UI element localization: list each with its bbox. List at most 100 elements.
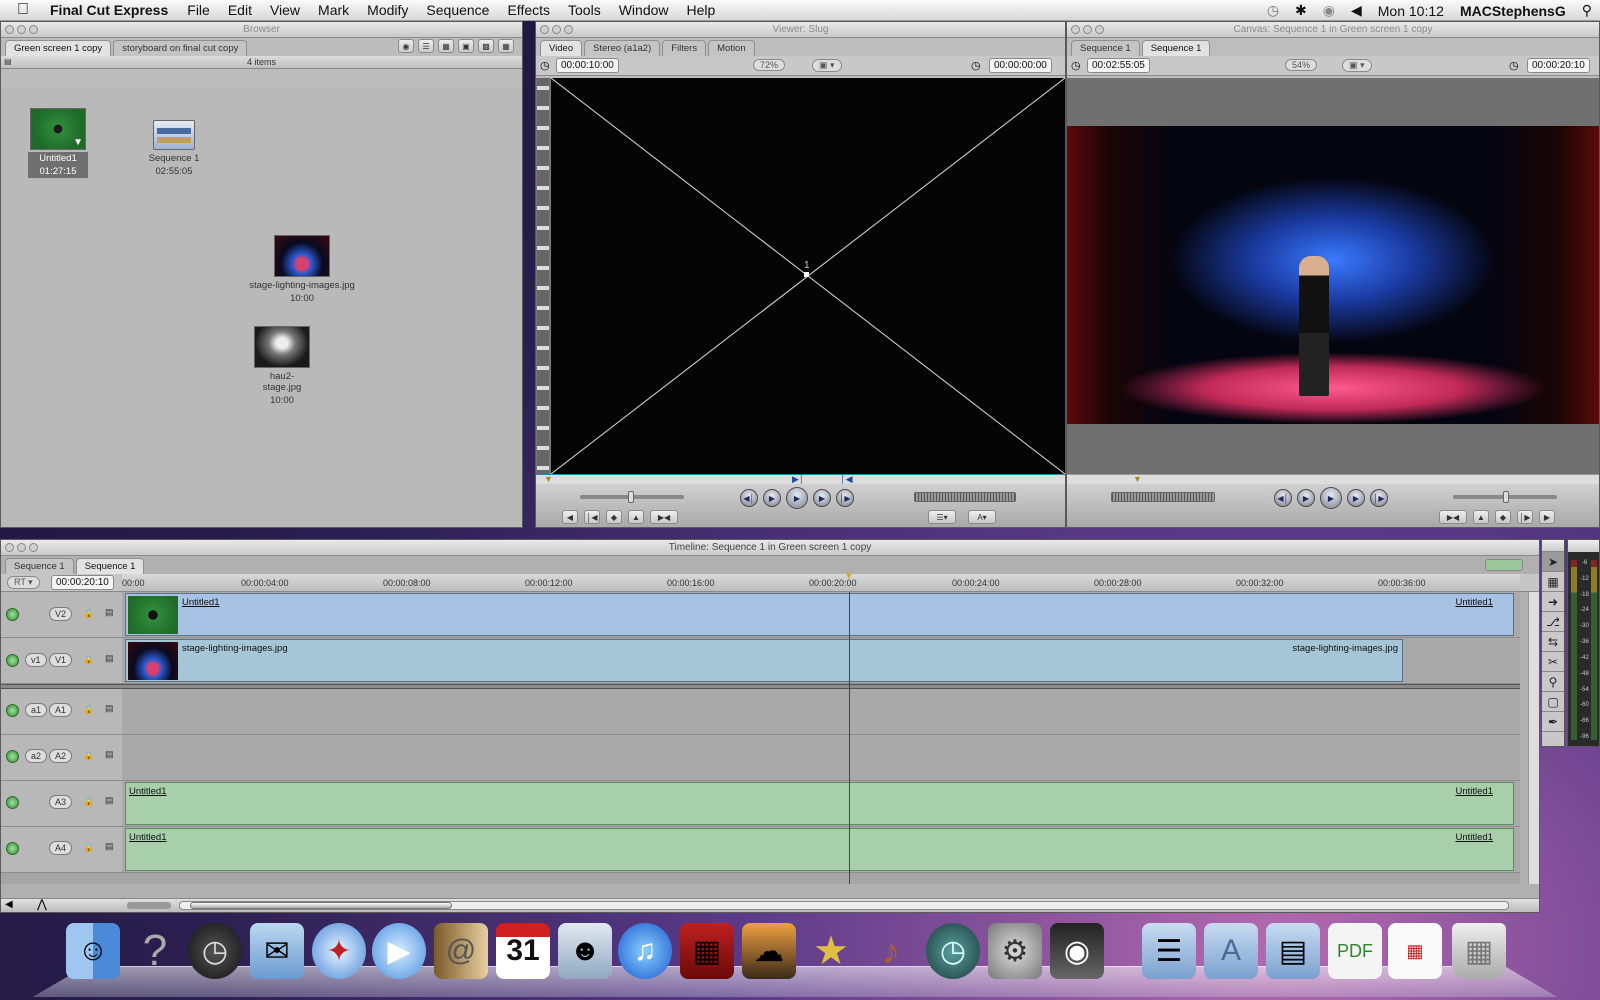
close-button[interactable] xyxy=(5,25,14,34)
dest-patch-a3[interactable]: A3 xyxy=(49,795,73,809)
ichat-icon[interactable]: ▶ xyxy=(372,923,426,979)
audio-enable-icon[interactable] xyxy=(6,842,19,855)
auto-select-icon[interactable]: ▤ xyxy=(105,795,114,806)
mark-in-out-icon[interactable]: ▶◀ xyxy=(1439,510,1467,524)
track-height-icon[interactable]: ⋀ xyxy=(37,897,47,911)
auto-select-icon[interactable]: ▤ xyxy=(105,841,114,852)
add-marker-icon[interactable]: ▲ xyxy=(628,510,644,524)
roll-tool-icon[interactable]: ⎇ xyxy=(1542,612,1564,632)
view-eye-icon[interactable]: ◉ xyxy=(398,39,414,53)
rt-popup[interactable]: RT ▾ xyxy=(7,576,40,589)
playhead-marker[interactable]: ▼ xyxy=(1133,474,1142,484)
viewer-zoom-popup[interactable]: 72% xyxy=(753,59,786,71)
lock-icon[interactable]: 🔒 xyxy=(83,796,94,807)
track-select-tool-icon[interactable]: ➜ xyxy=(1542,592,1564,612)
tab-storyboard[interactable]: storyboard on final cut copy xyxy=(113,40,248,56)
timeline-playhead[interactable] xyxy=(849,592,850,884)
play-icon[interactable]: ▶ xyxy=(1320,487,1342,509)
tab-sequence-1a[interactable]: Sequence 1 xyxy=(5,558,74,574)
itunes-icon[interactable]: ♫ xyxy=(618,923,672,979)
razor-blade-tool-icon[interactable]: ✂ xyxy=(1542,652,1564,672)
go-to-in-icon[interactable]: ◀│ xyxy=(740,489,758,507)
auto-select-icon[interactable]: ▤ xyxy=(105,703,114,714)
source-patch-a1[interactable]: a1 xyxy=(25,703,48,717)
disclosure-icon[interactable]: ▤ xyxy=(4,56,12,68)
final-cut-express-icon[interactable]: ◉ xyxy=(1050,923,1104,979)
garageband-icon[interactable]: ♪ xyxy=(864,923,918,979)
canvas-zoom-popup[interactable]: 54% xyxy=(1285,59,1318,71)
viewer-titlebar[interactable]: Viewer: Slug xyxy=(536,22,1065,38)
tab-video[interactable]: Video xyxy=(540,40,583,56)
front-row-icon[interactable]: ▦ xyxy=(680,923,734,979)
apple-menu-icon[interactable]:  xyxy=(0,1,46,19)
view-large-icons-icon[interactable]: ▩ xyxy=(478,39,494,53)
timeline-vertical-scrollbar[interactable] xyxy=(1528,592,1539,884)
source-patch-v1[interactable]: v1 xyxy=(25,653,47,667)
pdf-stack-icon[interactable]: PDF xyxy=(1328,923,1382,979)
match-frame-icon[interactable]: ◀ xyxy=(562,510,578,524)
applications-folder-icon[interactable]: ☰ xyxy=(1142,923,1196,979)
dest-patch-a1[interactable]: A1 xyxy=(49,703,73,717)
shuttle-slider[interactable] xyxy=(1453,491,1557,503)
playhead-marker[interactable]: ▼ xyxy=(544,474,553,484)
selection-tool-icon[interactable]: ➤ xyxy=(1542,552,1564,572)
go-to-out-icon[interactable]: │▶ xyxy=(836,489,854,507)
view-grid-icon[interactable]: ▦ xyxy=(498,39,514,53)
playhead-handle-icon[interactable]: ▼ xyxy=(844,571,854,582)
crop-tool-icon[interactable]: ▢ xyxy=(1542,692,1564,712)
add-keyframe-icon[interactable]: ◆ xyxy=(1495,510,1511,524)
jog-control[interactable] xyxy=(914,492,1016,502)
lock-icon[interactable]: 🔒 xyxy=(83,704,94,715)
timeline-ruler[interactable]: 00:00 00:00:04:00 00:00:08:00 00:00:12:0… xyxy=(122,571,1520,591)
system-preferences-icon[interactable]: ⚙ xyxy=(988,923,1042,979)
viewer-timecode[interactable]: 00:00:00:00 xyxy=(989,58,1052,73)
clip-overlays-icon[interactable]: ◀ xyxy=(5,899,13,910)
dest-patch-a4[interactable]: A4 xyxy=(49,841,73,855)
menu-edit[interactable]: Edit xyxy=(219,2,261,18)
mark-clip-icon[interactable]: │▶ xyxy=(1517,510,1533,524)
minimize-button[interactable] xyxy=(17,25,26,34)
zoom-slider[interactable] xyxy=(127,902,171,909)
lock-icon[interactable]: 🔒 xyxy=(83,750,94,761)
close-button[interactable] xyxy=(5,543,14,552)
safari-icon[interactable]: ✦ xyxy=(312,923,366,979)
view-medium-icons-icon[interactable]: ▣ xyxy=(458,39,474,53)
scrollbar-thumb[interactable] xyxy=(190,902,452,909)
generator-popup-icon[interactable]: A▾ xyxy=(968,510,996,524)
zoom-button[interactable] xyxy=(1095,25,1104,34)
documents-folder-icon[interactable]: ▤ xyxy=(1266,923,1320,979)
clip-stage-lighting-v1[interactable]: stage-lighting-images.jpg stage-lighting… xyxy=(125,639,1403,682)
browser-item-hau2-stage[interactable]: hau2-stage.jpg 10:00 xyxy=(247,326,317,407)
menu-modify[interactable]: Modify xyxy=(358,2,417,18)
tab-green-screen[interactable]: Green screen 1 copy xyxy=(5,40,112,56)
track-visibility-icon[interactable] xyxy=(6,608,19,621)
app-store-folder-icon[interactable]: A xyxy=(1204,923,1258,979)
tab-sequence-1b[interactable]: Sequence 1 xyxy=(75,558,145,574)
pen-tool-icon[interactable]: ✒ xyxy=(1542,712,1564,732)
menu-tools[interactable]: Tools xyxy=(559,2,610,18)
minimize-button[interactable] xyxy=(17,543,26,552)
jog-control[interactable] xyxy=(1111,492,1215,502)
audio-enable-icon[interactable] xyxy=(6,704,19,717)
finder-icon[interactable]: ☺ xyxy=(66,923,120,979)
dest-patch-v1[interactable]: V1 xyxy=(49,653,73,667)
zoom-tool-icon[interactable]: ⚲ xyxy=(1542,672,1564,692)
app-menu[interactable]: Final Cut Express xyxy=(46,2,178,18)
browser-titlebar[interactable]: Browser xyxy=(1,22,522,38)
dest-patch-v2[interactable]: V2 xyxy=(49,607,73,621)
menu-effects[interactable]: Effects xyxy=(498,2,559,18)
recent-clips-icon[interactable]: ☰▾ xyxy=(928,510,956,524)
view-list-icon[interactable]: ☰ xyxy=(418,39,434,53)
time-machine-icon[interactable]: ◷ xyxy=(1259,2,1287,19)
play-icon[interactable]: ▶ xyxy=(786,487,808,509)
photo-booth-icon[interactable]: ☁ xyxy=(742,923,796,979)
auto-select-icon[interactable]: ▤ xyxy=(105,607,114,618)
canvas-scrubber[interactable]: ▼ xyxy=(1067,474,1599,484)
zoom-button[interactable] xyxy=(29,25,38,34)
source-patch-a2[interactable]: a2 xyxy=(25,749,48,763)
snapping-linking-buttons[interactable] xyxy=(1485,559,1523,571)
audio-enable-icon[interactable] xyxy=(6,796,19,809)
tab-stereo[interactable]: Stereo (a1a2) xyxy=(584,40,661,56)
bluetooth-icon[interactable]: ✱ xyxy=(1287,2,1315,19)
help-icon[interactable]: ? xyxy=(128,923,182,979)
